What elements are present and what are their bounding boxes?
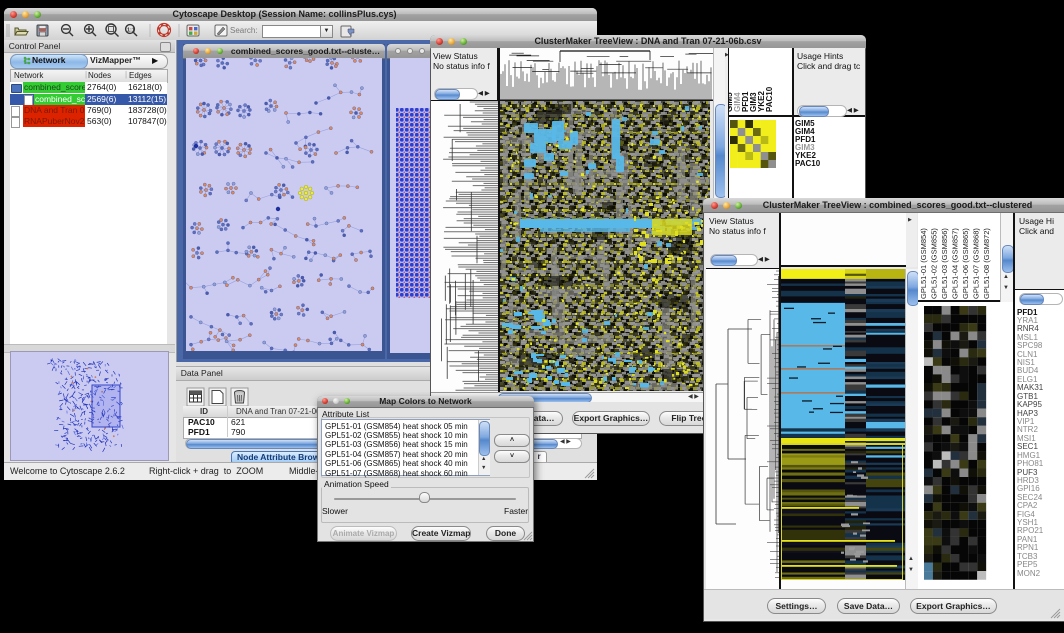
svg-text:1:1: 1:1 [127,28,135,34]
svg-text:GPL51-08 (GSM872): GPL51-08 (GSM872) [982,228,991,299]
svg-text:GPL51-02 (GSM855): GPL51-02 (GSM855) [930,228,939,299]
svg-text:GPL51-04 (GSM857): GPL51-04 (GSM857) [951,228,960,299]
svg-text:GPL51-06 (GSM865): GPL51-06 (GSM865) [961,228,970,299]
svg-text:GPL51-01 (GSM854): GPL51-01 (GSM854) [919,228,928,299]
svg-text:PAC10: PAC10 [765,86,774,112]
svg-text:Search:: Search: [230,26,258,35]
svg-text:GPL51-07 (GSM868): GPL51-07 (GSM868) [972,228,981,299]
svg-text:GPL51-03 (GSM856): GPL51-03 (GSM856) [940,228,949,299]
